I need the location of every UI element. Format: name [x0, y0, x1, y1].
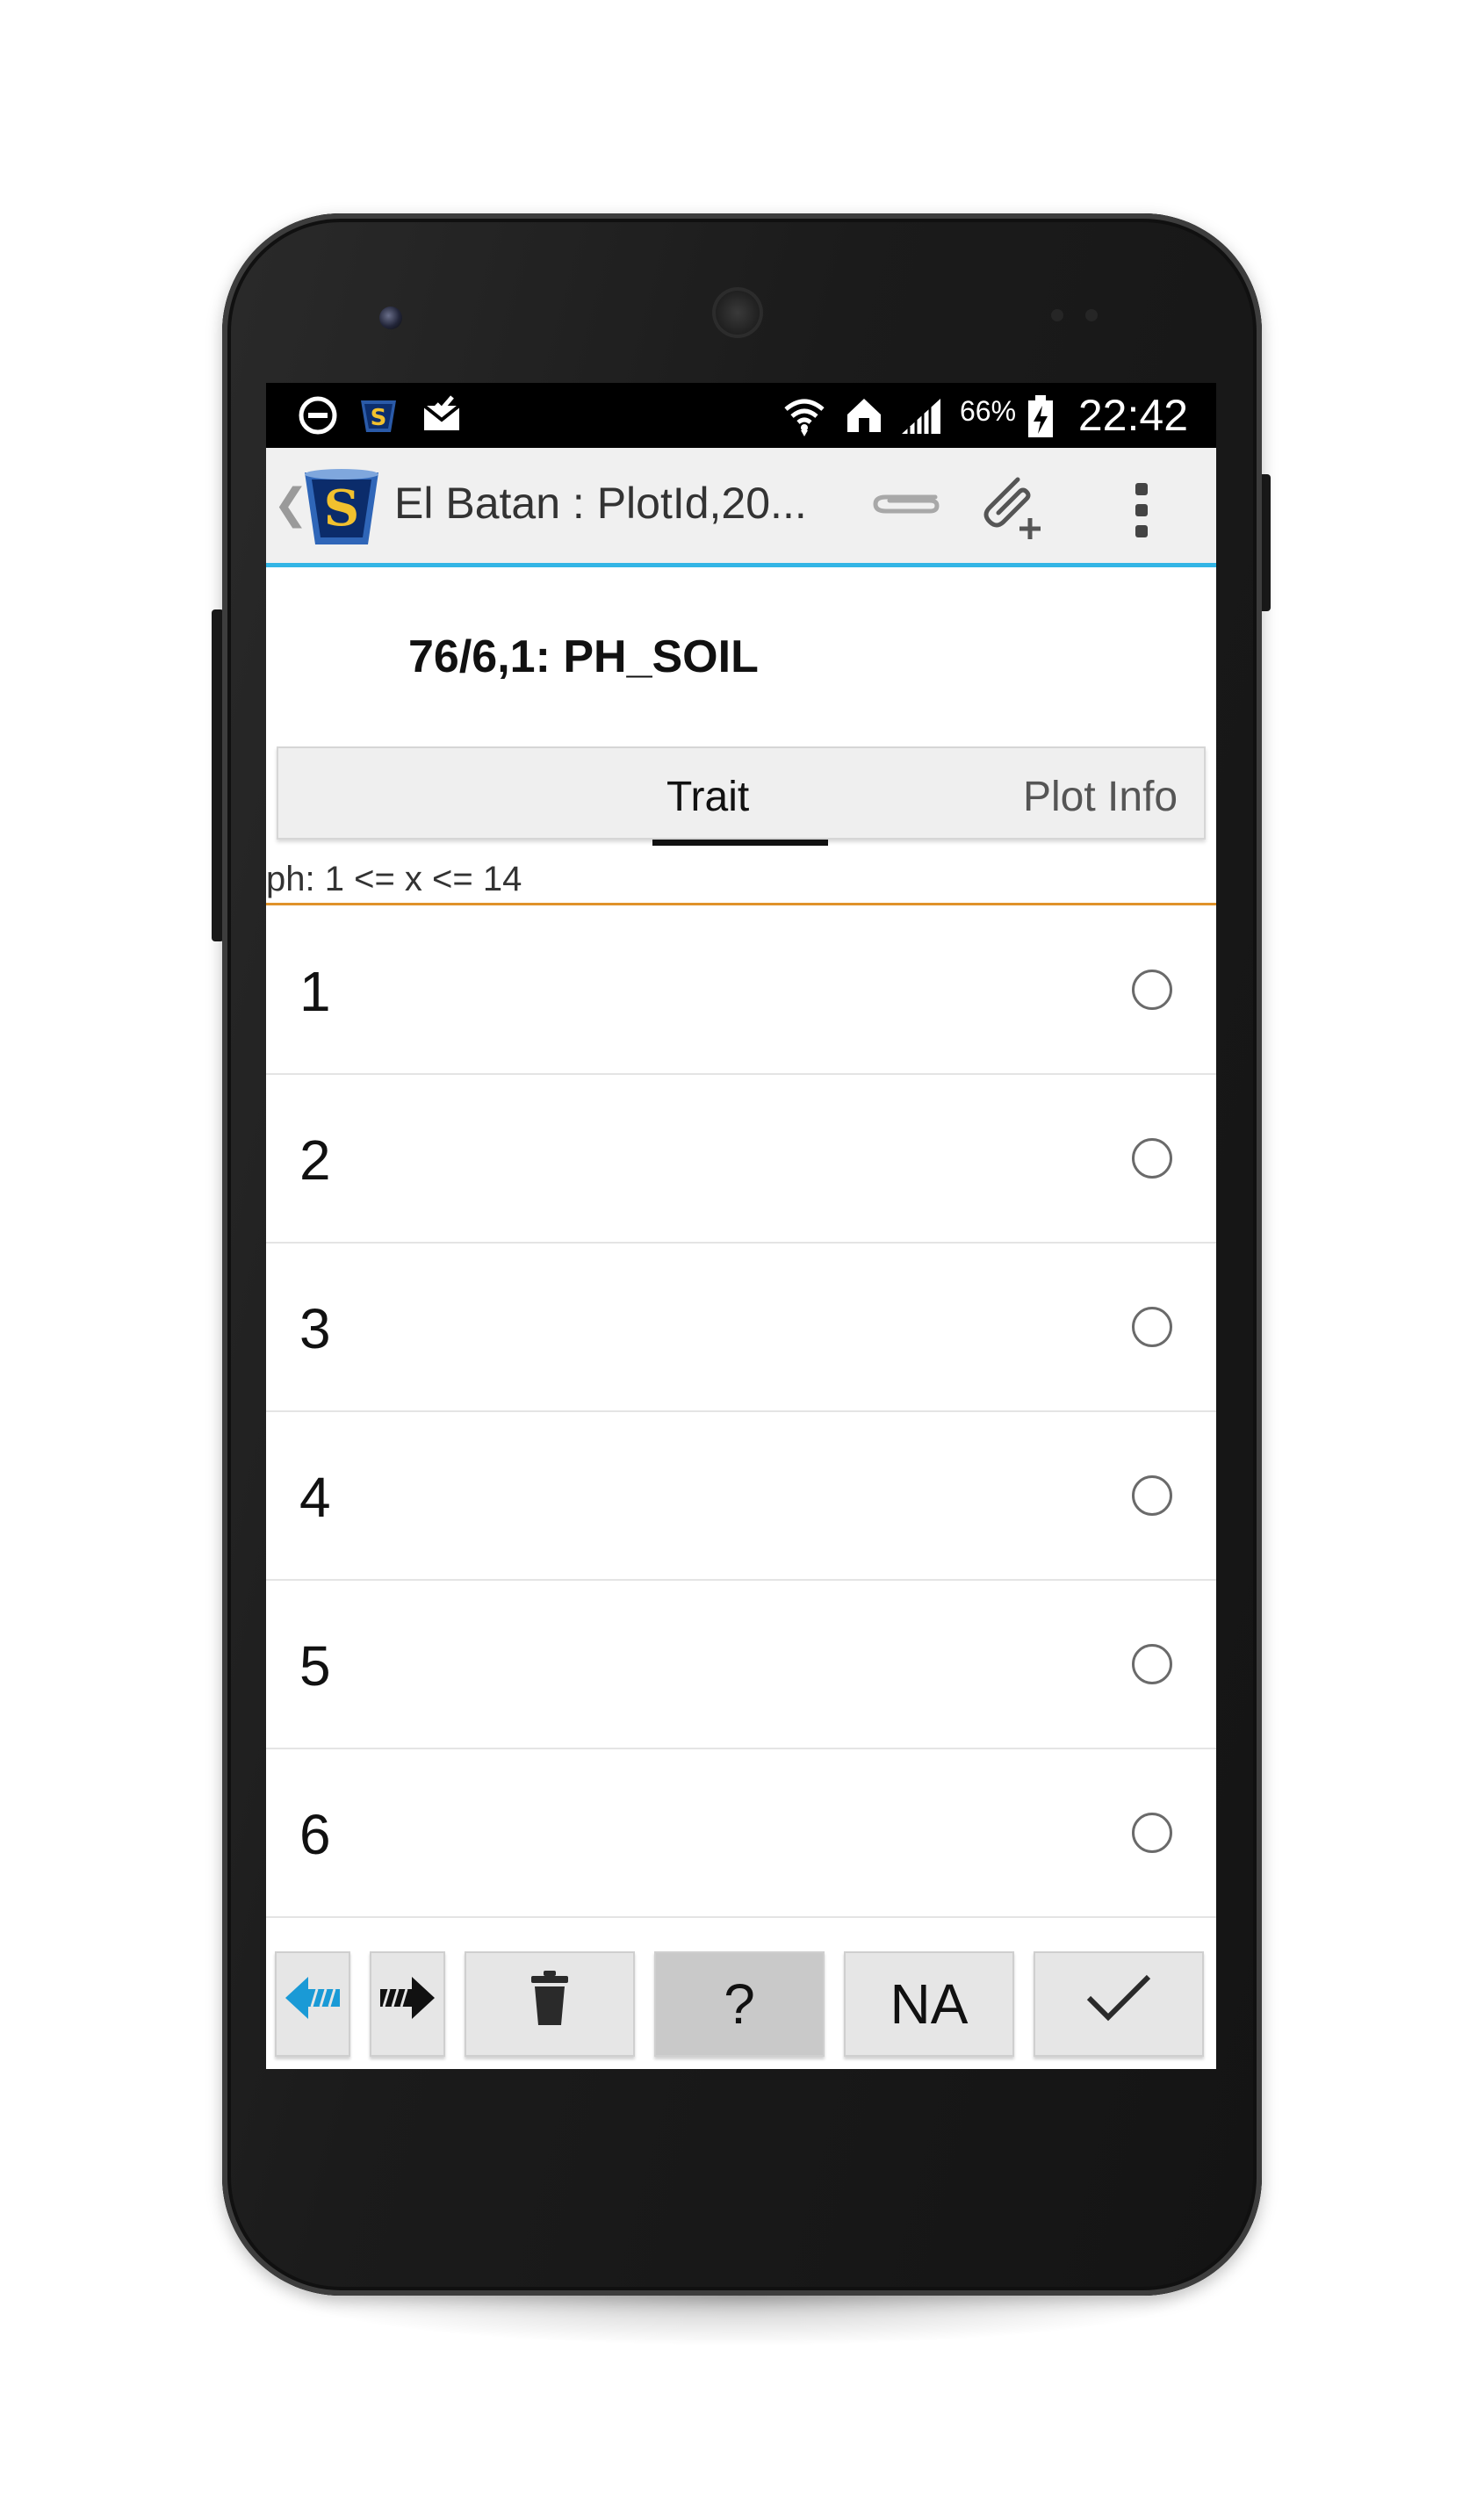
value-options-list: 1 2 3 4 5 6	[266, 906, 1216, 1918]
tab-plot-info[interactable]: Plot Info	[1023, 773, 1178, 821]
attachment-icon[interactable]	[868, 483, 942, 526]
value-constraint: ph: 1 <= x <= 14	[266, 860, 522, 898]
home-icon	[844, 395, 884, 440]
proximity-sensor	[1051, 309, 1063, 321]
unknown-button[interactable]: ?	[654, 1951, 825, 2057]
phone-screen: S 66% 22:42 ❮ S El Batan: PlotId,20... …	[266, 383, 1216, 2069]
option-label: 4	[299, 1466, 331, 1529]
option-label: 2	[299, 1128, 331, 1192]
trait-heading: 76/6,1: PH_SOIL	[408, 631, 759, 682]
next-button[interactable]	[370, 1951, 445, 2057]
mail-icon	[421, 395, 463, 440]
list-item[interactable]: 2	[266, 1075, 1216, 1244]
signal-icon	[900, 395, 944, 440]
option-label: 6	[299, 1803, 331, 1866]
svg-text:S: S	[371, 405, 387, 431]
list-item[interactable]: 3	[266, 1244, 1216, 1412]
list-item[interactable]: 6	[266, 1749, 1216, 1918]
na-button[interactable]: NA	[844, 1951, 1014, 2057]
option-label: 3	[299, 1297, 331, 1360]
radio-button[interactable]	[1132, 1307, 1172, 1347]
tab-trait[interactable]: Trait	[666, 773, 749, 821]
radio-button[interactable]	[1132, 1138, 1172, 1179]
delete-button[interactable]	[465, 1951, 635, 2057]
app-logo[interactable]: S	[299, 465, 384, 548]
radio-button[interactable]	[1132, 1475, 1172, 1516]
action-bar-title: El Batan : PlotId,20...	[394, 479, 807, 528]
battery-charging-icon	[1027, 395, 1055, 443]
overflow-menu-icon[interactable]	[1135, 483, 1149, 546]
front-camera	[379, 306, 402, 329]
constraint-divider	[266, 903, 1216, 905]
option-label: 5	[299, 1634, 331, 1698]
arrow-right-icon	[377, 1972, 438, 2037]
checkmark-icon	[1084, 1972, 1154, 2037]
status-bar: S 66% 22:42	[266, 383, 1216, 448]
option-label: 1	[299, 960, 331, 1023]
action-bar: ❮ S El Batan : PlotId,20...	[266, 448, 1216, 567]
list-item[interactable]: 4	[266, 1412, 1216, 1581]
app-notification-icon: S	[357, 395, 400, 440]
earpiece-speaker	[712, 287, 763, 338]
arrow-left-icon	[282, 1972, 343, 2037]
wifi-icon	[782, 395, 826, 442]
list-item[interactable]: 1	[266, 906, 1216, 1075]
clock: 22:42	[1077, 391, 1188, 440]
add-attachment-icon[interactable]	[977, 472, 1048, 547]
radio-button[interactable]	[1132, 970, 1172, 1010]
tab-strip: Trait Plot Info	[277, 746, 1206, 840]
confirm-button[interactable]	[1034, 1951, 1204, 2057]
radio-button[interactable]	[1132, 1813, 1172, 1853]
bottom-toolbar: ? NA	[266, 1941, 1216, 2069]
trash-icon	[528, 1969, 572, 2040]
previous-button[interactable]	[275, 1951, 350, 2057]
battery-percent: 66%	[960, 395, 1017, 427]
radio-button[interactable]	[1132, 1644, 1172, 1684]
svg-text:S: S	[324, 479, 359, 537]
do-not-disturb-icon	[298, 395, 338, 440]
light-sensor	[1085, 309, 1098, 321]
selected-tab-indicator	[652, 840, 828, 846]
list-item[interactable]: 5	[266, 1581, 1216, 1749]
